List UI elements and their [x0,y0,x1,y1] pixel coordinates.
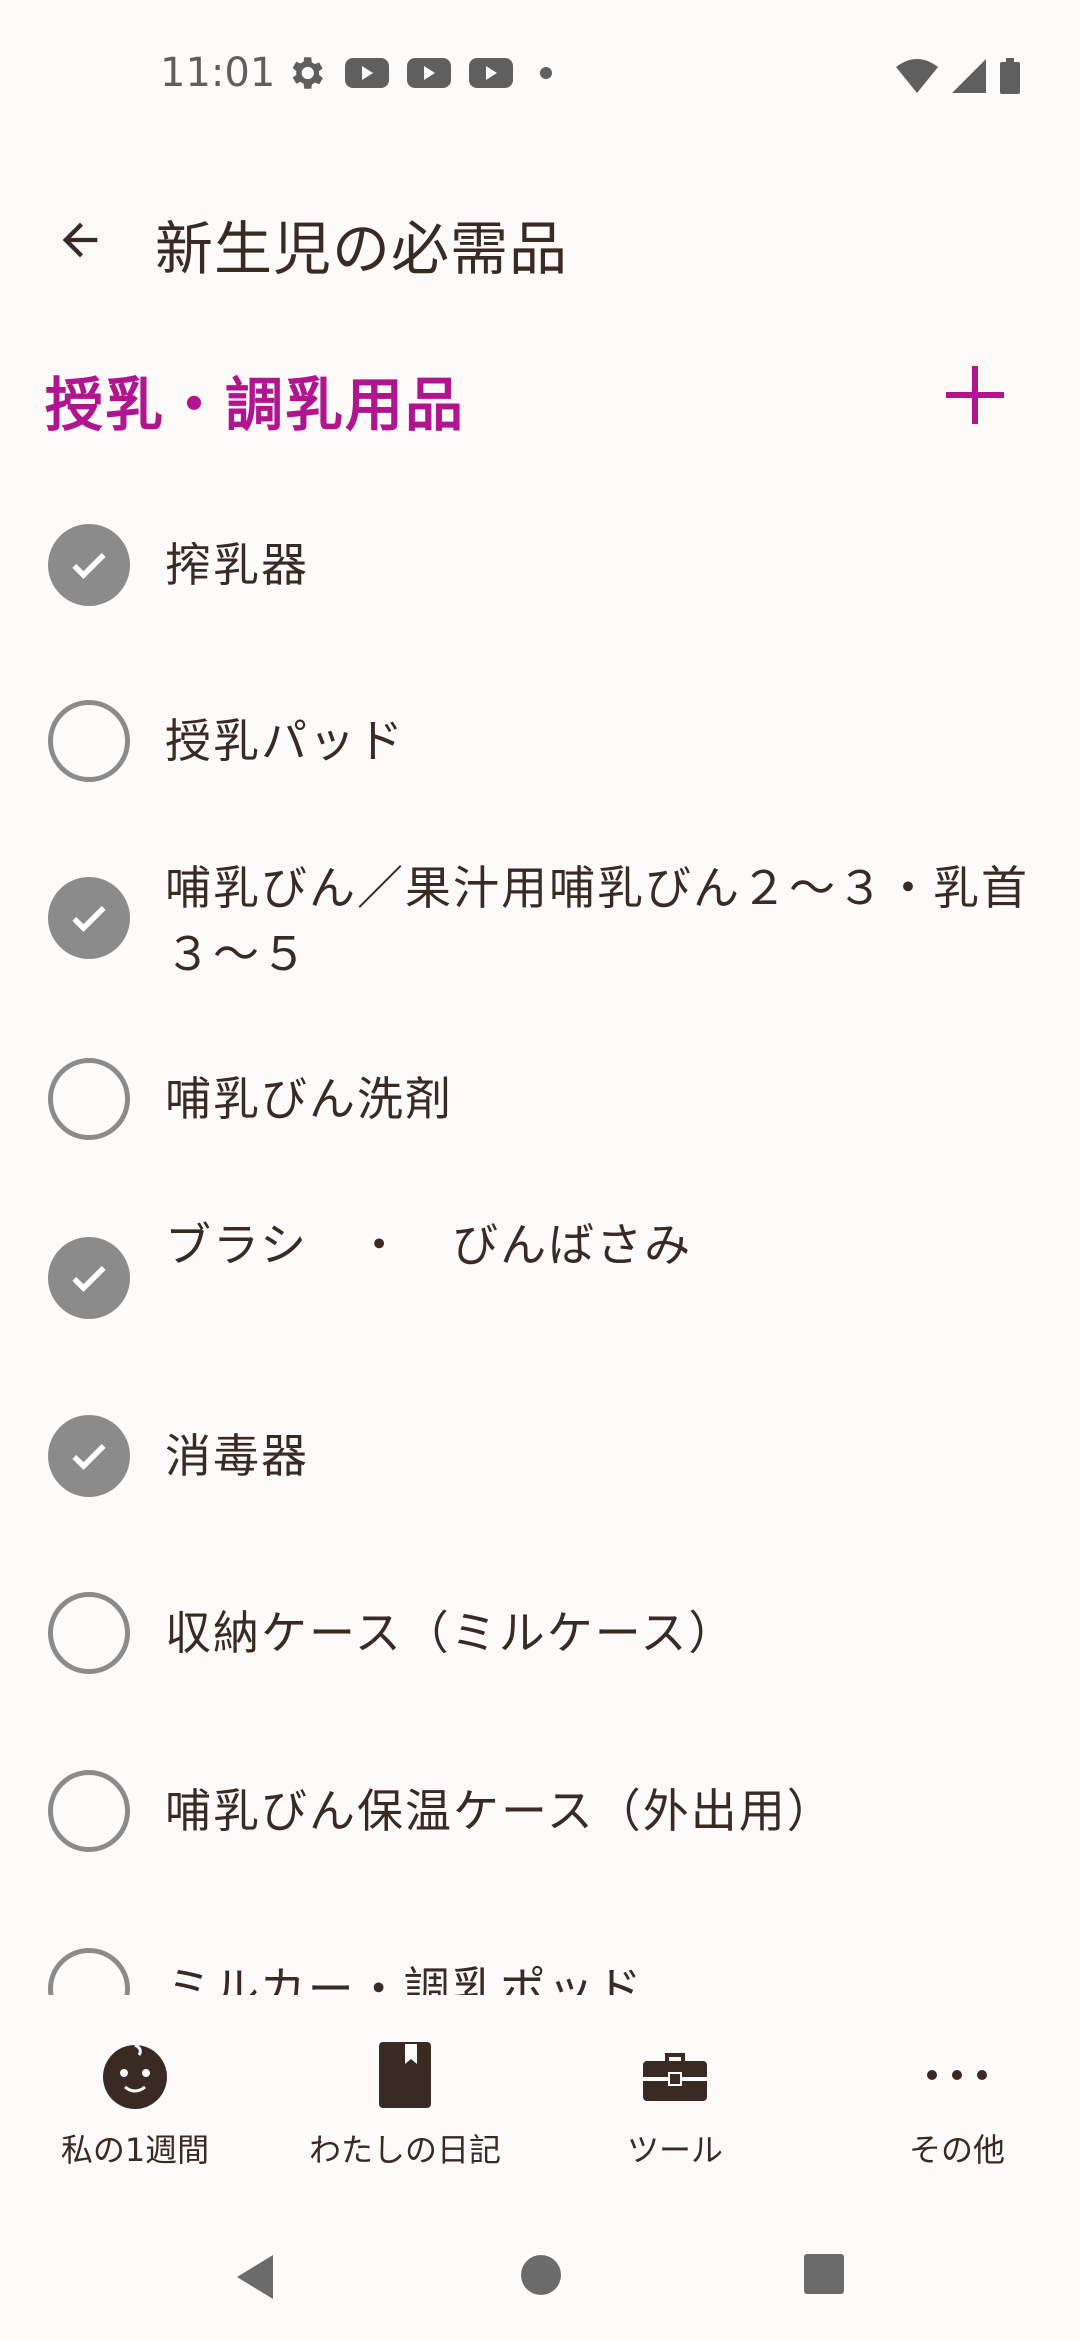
nav-label: 私の1週間 [60,2131,210,2169]
plus-icon [946,366,1004,424]
check-icon [72,1443,106,1470]
toolbox-icon [643,2053,707,2101]
section-title: 授乳・調乳用品 [45,371,466,439]
item-label: 哺乳びん保温ケース（外出用） [165,1784,835,1838]
list-item[interactable]: 哺乳びん洗剤 [0,1058,1080,1168]
back-arrow-icon [62,222,98,258]
list-item[interactable]: ブラシ ・ びんばさみ [0,1212,1080,1362]
checkbox-unchecked[interactable] [48,1770,130,1852]
nav-label: わたしの日記 [308,2131,501,2169]
recents-square-icon [804,2254,844,2294]
system-recents-button[interactable] [803,2253,845,2299]
checkbox-checked[interactable] [48,1237,130,1319]
list-item[interactable]: 哺乳びん保温ケース（外出用） [0,1770,1080,1880]
more-dots-icon [927,2070,987,2080]
item-label: 哺乳びん洗剤 [165,1072,453,1126]
nav-more[interactable]: その他 [822,2035,1080,2205]
item-label: 哺乳びん／果汁用哺乳びん２〜３・乳首３〜５ [165,861,1029,981]
checkbox-unchecked[interactable] [48,1948,130,1995]
list-item[interactable]: 授乳パッド [0,700,1080,810]
back-button[interactable] [40,200,120,280]
system-navigation [0,2215,1080,2340]
checkbox-unchecked[interactable] [48,1058,130,1140]
nav-tools[interactable]: ツール [540,2035,810,2205]
baby-face-icon [103,2043,167,2109]
add-item-button[interactable] [930,350,1020,440]
system-home-button[interactable] [519,2253,563,2301]
list-item[interactable]: 収納ケース（ミルケース） [0,1592,1080,1702]
item-label: 消毒器 [165,1429,309,1483]
list-item[interactable]: 消毒器 [0,1415,1080,1525]
section-header: 授乳・調乳用品 [0,340,1080,450]
checkbox-unchecked[interactable] [48,700,130,782]
nav-diary[interactable]: わたしの日記 [270,2035,540,2205]
list-item[interactable]: 哺乳びん／果汁用哺乳びん２〜３・乳首３〜５ [0,855,1080,1005]
item-label: 搾乳器 [165,538,309,592]
item-label: 収納ケース（ミルケース） [165,1606,737,1660]
checkbox-checked[interactable] [48,877,130,959]
nav-label: その他 [908,2131,1005,2169]
check-icon [72,1265,106,1292]
item-label: ミルカー・調乳ポッド [165,1962,644,1995]
diary-book-icon [379,2042,431,2108]
checkbox-unchecked[interactable] [48,1592,130,1674]
item-label: ブラシ ・ びんばさみ [165,1218,693,1272]
item-label: 授乳パッド [165,714,405,768]
checkbox-checked[interactable] [48,524,130,606]
list-item[interactable]: ミルカー・調乳ポッド [0,1948,1080,1995]
page-title: 新生児の必需品 [155,215,569,283]
app-bar: 新生児の必需品 [0,180,1080,300]
nav-my-week[interactable]: 私の1週間 [0,2035,270,2205]
check-icon [72,905,106,932]
home-circle-icon [521,2255,561,2295]
checkbox-checked[interactable] [48,1415,130,1497]
bottom-navigation: 私の1週間 わたしの日記 ツール その他 [0,1995,1080,2205]
system-back-button[interactable] [233,2253,277,2305]
content-area: 新生児の必需品 授乳・調乳用品 搾乳器 授乳パッド 哺乳びん／果汁用哺乳びん２〜… [0,0,1080,1995]
list-item[interactable]: 搾乳器 [0,522,1080,632]
nav-label: ツール [626,2131,723,2169]
back-triangle-icon [237,2255,273,2299]
check-icon [72,552,106,579]
